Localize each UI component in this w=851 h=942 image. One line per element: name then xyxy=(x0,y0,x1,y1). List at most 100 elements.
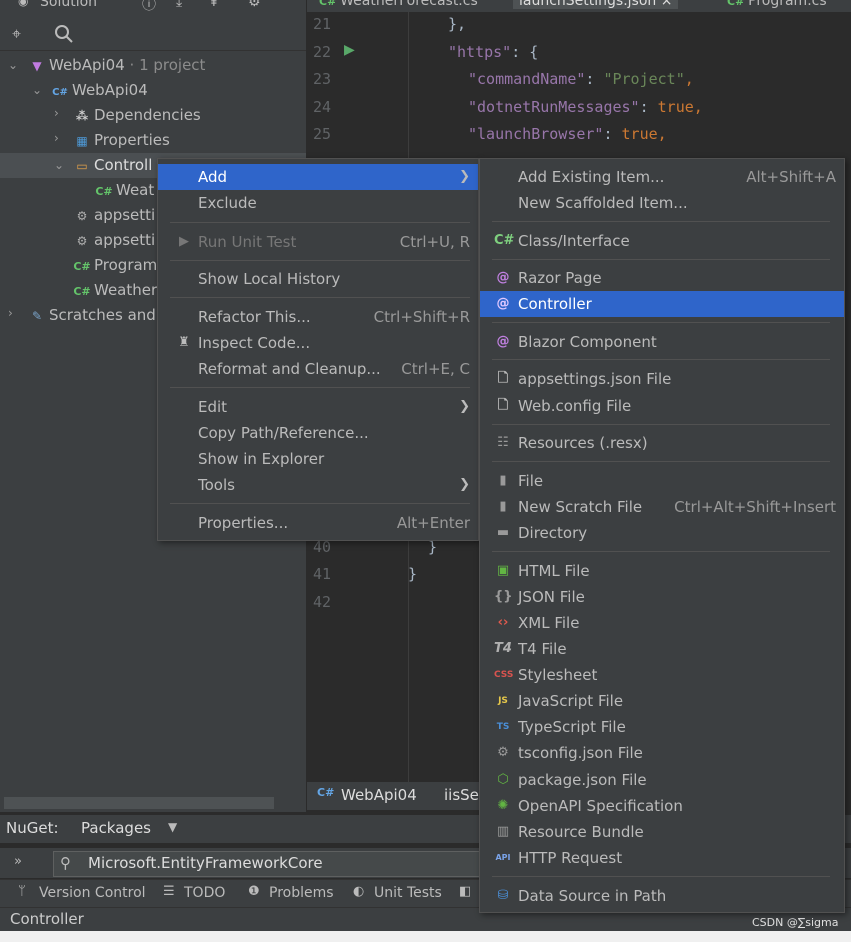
run-icon[interactable]: ▶ xyxy=(344,42,355,58)
tree-item-solution[interactable]: ▼ WebApi04 · 1 project xyxy=(28,53,205,78)
line-number: 21 xyxy=(313,15,332,33)
menu-item-resources[interactable]: ☷ Resources (.resx) xyxy=(480,430,844,456)
search-icon[interactable] xyxy=(54,24,74,44)
menu-item-xml-file[interactable]: ‹› XML File xyxy=(480,610,844,636)
menu-item-new-scaffolded[interactable]: New Scaffolded Item... xyxy=(480,190,844,216)
gear-icon[interactable]: ⚙ xyxy=(248,0,261,10)
menu-item-edit[interactable]: Edit ❯ xyxy=(158,394,478,420)
menu-label: JavaScript File xyxy=(518,692,624,710)
menu-separator xyxy=(492,461,830,462)
menu-label: Resources (.resx) xyxy=(518,434,648,452)
chevron-down-icon[interactable]: ⌄ xyxy=(54,158,66,172)
menu-item-add-existing[interactable]: Add Existing Item... Alt+Shift+A xyxy=(480,164,844,190)
json-key: "launchBrowser" xyxy=(468,125,604,143)
menu-item-show-local-history[interactable]: Show Local History xyxy=(158,266,478,292)
chevron-down-icon[interactable]: ⌄ xyxy=(8,58,20,72)
code-line: }, xyxy=(448,15,467,33)
tree-item-properties[interactable]: ▦ Properties xyxy=(73,128,169,153)
menu-item-stylesheet[interactable]: CSS Stylesheet xyxy=(480,662,844,688)
tree-item-appsettings[interactable]: ⚙ appsetti xyxy=(73,203,156,228)
tree-item-weatherforecast[interactable]: C# Weather xyxy=(73,278,157,303)
collapse-icon[interactable]: ⇞ xyxy=(208,0,220,10)
menu-label: Controller xyxy=(518,295,592,313)
menu-item-reformat[interactable]: Reformat and Cleanup... Ctrl+E, C xyxy=(158,356,478,382)
menu-item-add[interactable]: Add ❯ xyxy=(158,164,478,190)
menu-item-tsconfig[interactable]: ⚙ tsconfig.json File xyxy=(480,740,844,766)
resources-icon: ☷ xyxy=(497,435,509,450)
tool-todo[interactable]: TODO xyxy=(184,885,225,901)
menu-item-razor-page[interactable]: @ Razor Page xyxy=(480,265,844,291)
menu-item-typescript-file[interactable]: TS TypeScript File xyxy=(480,714,844,740)
directory-icon: ▬ xyxy=(496,525,510,540)
search-input[interactable]: ⚲ Microsoft.EntityFrameworkCore xyxy=(53,851,485,877)
menu-separator xyxy=(492,259,830,260)
menu-item-appsettings-file[interactable]: 🗋 appsettings.json File xyxy=(480,366,844,392)
menu-item-copy-path[interactable]: Copy Path/Reference... xyxy=(158,420,478,446)
tab-program[interactable]: C# Program.cs xyxy=(727,0,827,9)
tree-item-dependencies[interactable]: ⁂ Dependencies xyxy=(73,103,201,128)
menu-item-package-json[interactable]: ⬡ package.json File xyxy=(480,767,844,793)
tab-launchsettings[interactable]: launchSettings.json × xyxy=(513,0,679,9)
menu-item-file[interactable]: ▮ File xyxy=(480,468,844,494)
locate-icon[interactable]: ⌖ xyxy=(12,24,21,44)
status-text: Controller xyxy=(10,910,84,928)
menu-label: Properties... xyxy=(198,514,289,532)
chevron-right-icon[interactable]: › xyxy=(54,131,66,145)
menu-item-controller[interactable]: @ Controller xyxy=(480,291,844,317)
menu-item-blazor-component[interactable]: @ Blazor Component xyxy=(480,329,844,355)
menu-item-new-scratch-file[interactable]: ▮ New Scratch File Ctrl+Alt+Shift+Insert xyxy=(480,494,844,520)
tool-version-control[interactable]: Version Control xyxy=(39,885,146,901)
menu-item-directory[interactable]: ▬ Directory xyxy=(480,520,844,546)
menu-item-t4-file[interactable]: T4 T4 File xyxy=(480,636,844,662)
properties-folder-icon: ▦ xyxy=(76,134,88,148)
menu-item-javascript-file[interactable]: JS JavaScript File xyxy=(480,688,844,714)
menu-item-resource-bundle[interactable]: ▥ Resource Bundle xyxy=(480,819,844,845)
menu-label: Run Unit Test xyxy=(198,233,297,251)
tree-item-controllers[interactable]: ▭ Controll xyxy=(73,153,152,178)
menu-item-json-file[interactable]: {} JSON File xyxy=(480,584,844,610)
download-icon[interactable]: ⤓ xyxy=(176,0,182,10)
tree-item-scratches[interactable]: ✎ Scratches and xyxy=(28,303,156,328)
close-icon[interactable]: × xyxy=(661,0,673,9)
razor-icon: @ xyxy=(496,296,510,311)
menu-item-exclude[interactable]: Exclude xyxy=(158,190,478,216)
chevron-down-icon[interactable]: ▼ xyxy=(168,820,177,834)
json-file-icon: {} xyxy=(494,589,513,604)
nuget-tab-packages[interactable]: Packages xyxy=(81,819,151,837)
menu-item-show-in-explorer[interactable]: Show in Explorer xyxy=(158,446,478,472)
tree-item-weather-controller[interactable]: C# Weat xyxy=(95,178,154,203)
tab-weatherforecast[interactable]: C# WeatherForecast.cs xyxy=(319,0,478,9)
chevron-right-icon[interactable]: › xyxy=(8,306,20,320)
expand-icon[interactable]: » xyxy=(14,854,22,869)
menu-item-class-interface[interactable]: C# Class/Interface xyxy=(480,228,844,254)
tree-item-program[interactable]: C# Program xyxy=(73,253,157,278)
project-count: · 1 project xyxy=(129,56,206,74)
menu-item-properties[interactable]: Properties... Alt+Enter xyxy=(158,510,478,536)
menu-item-openapi[interactable]: ✺ OpenAPI Specification xyxy=(480,793,844,819)
menu-item-data-source[interactable]: ⛁ Data Source in Path xyxy=(480,883,844,909)
tree-item-project[interactable]: C# WebApi04 xyxy=(51,78,148,103)
menu-label: package.json File xyxy=(518,771,647,789)
menu-item-http-request[interactable]: API HTTP Request xyxy=(480,845,844,871)
menu-item-refactor[interactable]: Refactor This... Ctrl+Shift+R xyxy=(158,304,478,330)
menu-shortcut: Alt+Enter xyxy=(396,514,470,532)
tool-unit-tests[interactable]: Unit Tests xyxy=(374,885,442,901)
menu-item-run-unit-test[interactable]: ▶ Run Unit Test Ctrl+U, R xyxy=(158,229,478,255)
tree-label: Weather xyxy=(94,281,158,299)
chevron-down-icon[interactable]: ⌄ xyxy=(32,83,44,97)
menu-item-inspect-code[interactable]: ♜ Inspect Code... xyxy=(158,330,478,356)
chevron-right-icon[interactable]: › xyxy=(54,106,66,120)
tree-item-appsettings-dev[interactable]: ⚙ appsetti xyxy=(73,228,156,253)
menu-item-html-file[interactable]: ▣ HTML File xyxy=(480,558,844,584)
xml-file-icon: ‹› xyxy=(497,615,509,630)
tool-problems[interactable]: Problems xyxy=(269,885,334,901)
unit-tests-icon: ◐ xyxy=(353,884,365,899)
breadcrumb-item[interactable]: WebApi04 xyxy=(341,786,417,804)
line-number: 42 xyxy=(313,593,332,611)
menu-label: Copy Path/Reference... xyxy=(198,424,369,442)
menu-item-web-config[interactable]: 🗋 Web.config File xyxy=(480,393,844,419)
horizontal-scrollbar[interactable] xyxy=(4,797,274,809)
info-icon[interactable]: ⓘ xyxy=(142,0,156,14)
tool-window-icon[interactable]: ◧ xyxy=(459,884,471,899)
menu-item-tools[interactable]: Tools ❯ xyxy=(158,472,478,498)
